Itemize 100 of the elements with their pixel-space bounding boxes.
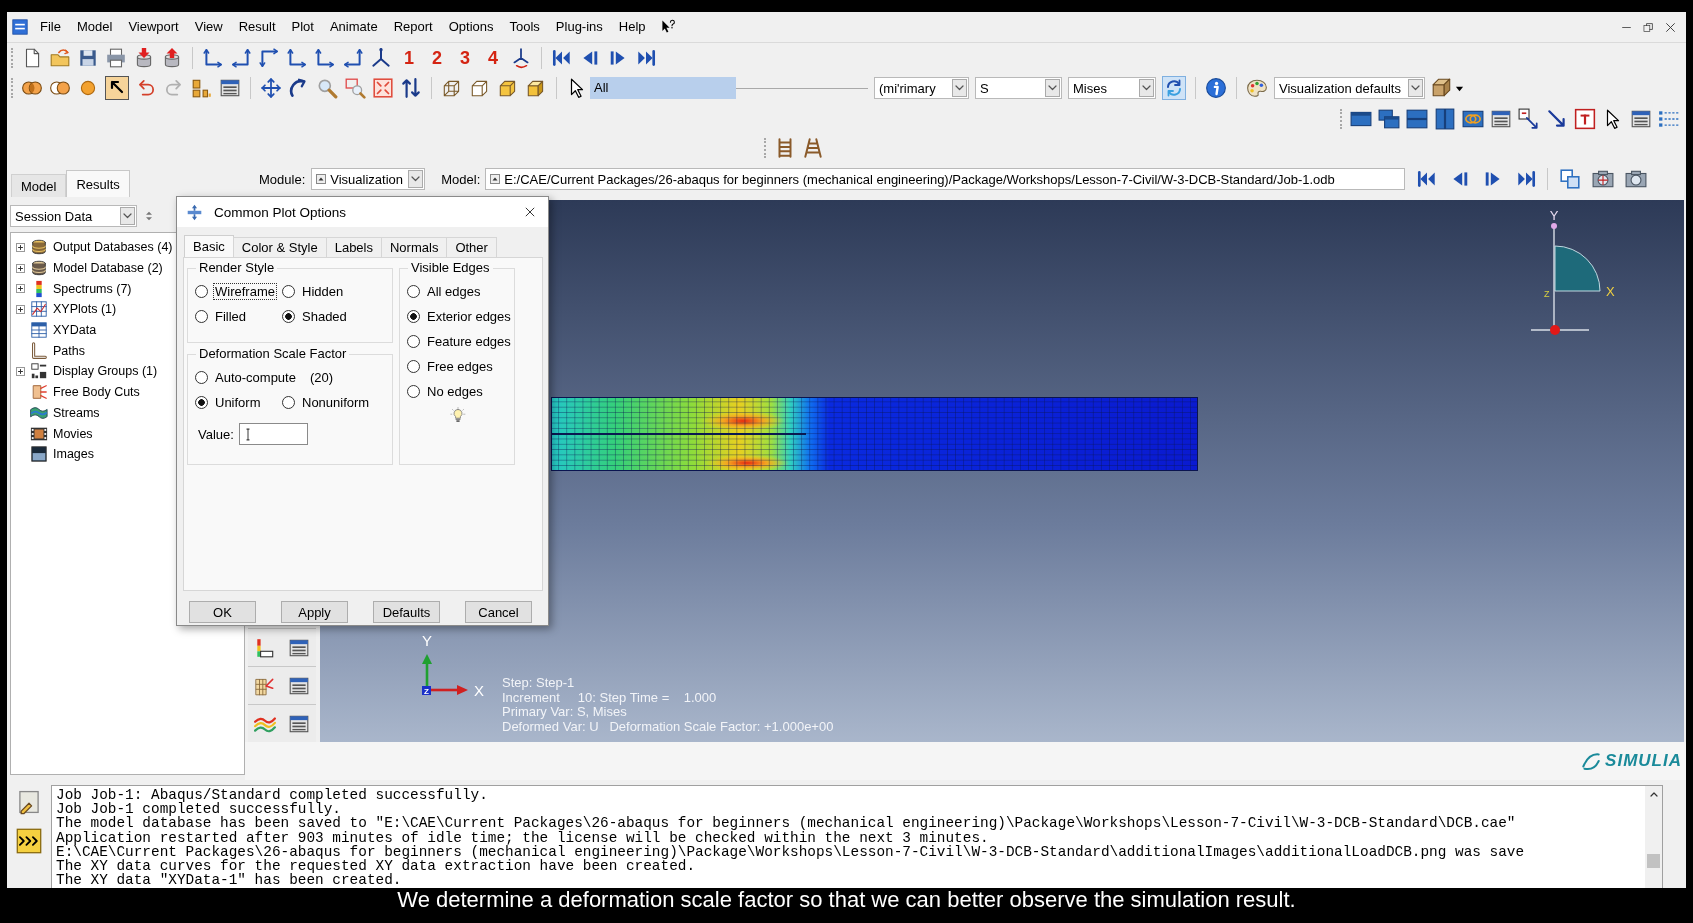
radio-button[interactable] [407,285,420,298]
cascade-windows-icon[interactable] [1378,107,1400,130]
tree-item[interactable]: Streams [53,405,100,420]
menu-item[interactable]: Help [610,18,654,36]
style-combo[interactable]: Visualization defaults [1274,77,1425,99]
radio-button[interactable] [282,285,295,298]
axes-icon[interactable] [202,47,224,69]
radio-label[interactable]: Feature edges [425,333,513,350]
slanted-ladder-icon[interactable] [802,137,824,159]
close-icon[interactable] [523,205,537,219]
tree-item[interactable]: XYData [53,323,97,338]
stacked-windows-icon[interactable] [1406,107,1428,130]
pan-icon[interactable] [260,77,282,99]
dialog-button[interactable]: Cancel [465,601,532,623]
contour-legend-icon[interactable] [254,636,276,659]
save-icon[interactable] [77,47,99,69]
view-preset-button[interactable]: 3 [454,47,476,69]
expand-plus-icon[interactable] [15,284,25,294]
tree-item[interactable]: Spectrums (7) [53,281,132,296]
panel-tab[interactable]: Results [66,170,130,197]
expand-plus-icon[interactable] [15,263,25,273]
side-by-side-windows-icon[interactable] [1434,107,1456,130]
blocks-icon[interactable] [191,77,213,99]
radio-button[interactable] [195,396,208,409]
menu-item[interactable]: Options [440,18,502,36]
model-path-combo[interactable]: E:/CAE/Current Packages/26-abaqus for beginners (mechanical engineering)/Package/Workshops/Lesson-7-Civil/W-3-DCB-Standard/Job-1.odb [485,168,1406,190]
menu-item[interactable]: Plot [283,18,322,36]
lightbulb-icon[interactable] [449,406,466,424]
value-field[interactable] [238,423,308,445]
up-down-arrows-icon[interactable] [400,77,422,99]
overlay-windows-icon[interactable] [1559,168,1582,190]
radio-button[interactable] [407,310,420,323]
pick-tool-button[interactable] [105,76,129,100]
tree-item[interactable]: Paths [53,343,85,358]
radio-button[interactable] [195,285,208,298]
radio-label[interactable]: All edges [425,283,483,300]
invariant-combo[interactable]: Mises [1068,77,1156,99]
tree-item[interactable]: Model Database (2) [53,261,163,276]
menu-item[interactable]: Animate [321,18,386,36]
menu-item[interactable]: Result [230,18,284,36]
table-window-icon[interactable] [219,77,241,99]
camera-icon[interactable] [1625,168,1648,190]
radio-label[interactable]: Auto-compute [213,369,298,386]
dialog-button[interactable]: OK [189,601,256,623]
radio-label[interactable]: Exterior edges [425,308,513,325]
palette-icon[interactable] [1246,77,1268,99]
fit-view-icon[interactable] [372,77,394,99]
source-combo[interactable]: Session Data [10,205,137,227]
vertical-scrollbar[interactable] [1645,786,1662,888]
help-cursor-icon[interactable] [659,19,676,35]
text-arrow-icon[interactable] [1518,107,1540,130]
axes-icon[interactable] [258,47,280,69]
axes-icon[interactable] [342,47,364,69]
skip-last-icon[interactable] [635,47,657,69]
info-icon[interactable] [1205,77,1227,99]
zoom-icon[interactable] [316,77,338,99]
radio-button[interactable] [407,335,420,348]
tree-item[interactable]: Images [53,447,94,462]
radio-label[interactable]: Shaded [300,308,349,325]
dialog-button[interactable]: Defaults [373,601,440,623]
radio-button[interactable] [282,396,295,409]
axes-icon[interactable] [286,47,308,69]
expand-plus-icon[interactable] [15,366,25,376]
sync-options-button[interactable] [1162,76,1186,100]
tree-item[interactable]: Output Databases (4) [53,240,173,255]
radio-button[interactable] [195,310,208,323]
radio-button[interactable] [195,371,208,384]
radio-label[interactable]: Filled [213,308,249,325]
selection-field[interactable]: All [590,77,736,99]
menu-item[interactable]: Tools [501,18,548,36]
menu-item[interactable]: View [186,18,231,36]
step-combo[interactable]: (mi'rimary [874,77,969,99]
tree-item[interactable]: Movies [53,426,93,441]
restore-icon[interactable] [1642,20,1655,34]
dialog-tab[interactable]: Color & Style [232,237,327,257]
view-preset-button[interactable]: 2 [426,47,448,69]
module-combo[interactable]: Visualization [311,168,426,190]
scroll-thumb[interactable] [1647,854,1660,868]
text-box-icon[interactable] [1574,107,1596,130]
panel-tab[interactable]: Model [11,174,67,197]
radio-button[interactable] [282,310,295,323]
dialog-button[interactable]: Apply [281,601,348,623]
view-preset-button[interactable]: 1 [398,47,420,69]
close-icon[interactable] [1664,20,1677,34]
camera-icon[interactable] [1592,168,1615,190]
menu-item[interactable]: Plug-ins [547,18,611,36]
skip-last-icon[interactable] [1515,168,1538,190]
radio-label[interactable]: Wireframe [213,283,277,300]
axes-icon[interactable] [230,47,252,69]
pencil-paper-icon[interactable] [16,789,42,815]
radio-label[interactable]: Free edges [425,358,495,375]
view-preset-button[interactable]: 4 [482,47,504,69]
radio-button[interactable] [407,385,420,398]
menu-item[interactable]: Viewport [120,18,187,36]
box-zoom-icon[interactable] [344,77,366,99]
tree-item[interactable]: Free Body Cuts [53,385,140,400]
tree-item[interactable]: Display Groups (1) [53,364,158,379]
expand-plus-icon[interactable] [15,242,25,252]
radio-button[interactable] [407,360,420,373]
arrow-icon[interactable] [1546,107,1568,130]
